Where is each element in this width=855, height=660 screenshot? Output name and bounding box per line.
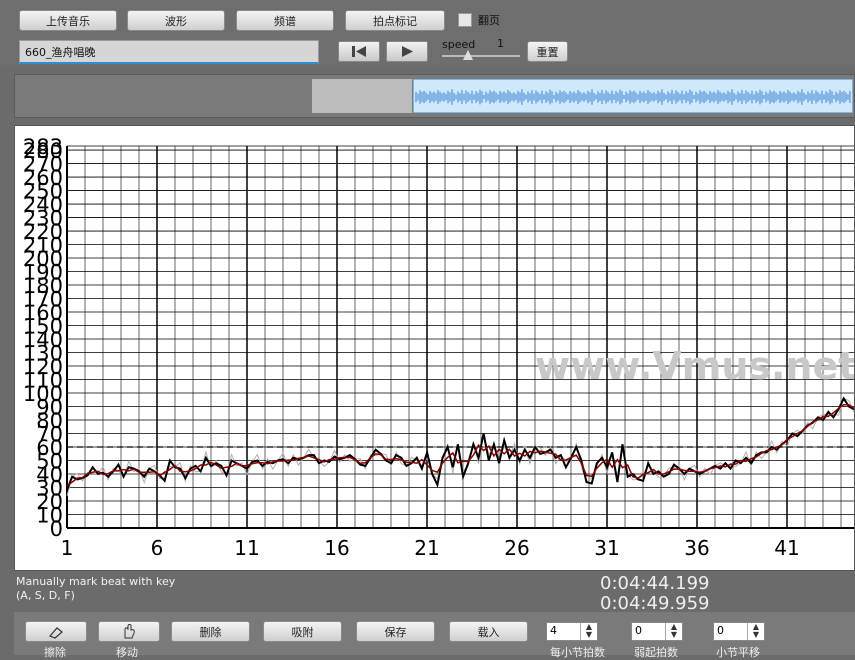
- beats-per-bar-stepper[interactable]: 4 ▲ ▼: [546, 622, 598, 641]
- load-button[interactable]: 载入: [449, 621, 528, 642]
- x-tick-label: 6: [151, 536, 164, 560]
- tempo-series-line: [66, 396, 855, 491]
- eraser-label: 擦除: [44, 646, 66, 659]
- flip-page-label: 翻页: [478, 14, 500, 27]
- x-tick-label: 36: [684, 536, 709, 560]
- snap-button[interactable]: 吸附: [263, 621, 342, 642]
- stepper-arrows-icon[interactable]: ▲ ▼: [580, 623, 597, 640]
- tempo-chart[interactable]: www.Vmus.net0102030405060708090100110120…: [15, 126, 855, 570]
- beat-mark-button[interactable]: 拍点标记: [345, 10, 445, 31]
- play-button[interactable]: [386, 41, 428, 62]
- watermark-text: www.Vmus.net: [535, 344, 854, 388]
- overview-viewport-handle[interactable]: [312, 79, 412, 113]
- stepper-arrows-icon[interactable]: ▲ ▼: [665, 623, 682, 640]
- upload-music-button[interactable]: 上传音乐: [19, 10, 117, 31]
- hint-line-1: Manually mark beat with key: [16, 575, 176, 588]
- flip-page-checkbox[interactable]: [458, 13, 472, 27]
- save-button[interactable]: 保存: [356, 621, 435, 642]
- pickup-beats-value: 0: [635, 624, 642, 637]
- spectrum-button[interactable]: 频谱: [236, 10, 334, 31]
- waveform-overview[interactable]: [14, 74, 855, 118]
- hint-line-2: (A, S, D, F): [16, 589, 75, 602]
- stepper-arrows-icon[interactable]: ▲ ▼: [747, 623, 764, 640]
- y-tick-label: 283: [23, 135, 63, 159]
- beats-per-bar-label: 每小节拍数: [550, 646, 605, 659]
- move-button[interactable]: [98, 621, 160, 642]
- delete-button[interactable]: 删除: [171, 621, 250, 642]
- x-tick-label: 16: [324, 536, 349, 560]
- play-icon: [402, 46, 413, 57]
- x-tick-label: 11: [234, 536, 259, 560]
- beats-per-bar-value: 4: [550, 624, 557, 637]
- move-hand-icon: [124, 623, 135, 638]
- song-name-value: 660_渔舟唱晚: [25, 46, 96, 59]
- eraser-icon: [48, 626, 63, 639]
- x-tick-label: 31: [594, 536, 619, 560]
- skip-back-icon: [352, 46, 366, 57]
- smoothed-tempo-line: [66, 403, 855, 487]
- pickup-beats-label: 弱起拍数: [634, 646, 678, 659]
- pickup-beats-stepper[interactable]: 0 ▲ ▼: [631, 622, 683, 641]
- speed-slider-thumb[interactable]: [463, 50, 473, 60]
- waveform-button[interactable]: 波形: [127, 10, 225, 31]
- total-time: 0:04:49.959: [600, 593, 710, 614]
- x-tick-label: 26: [504, 536, 529, 560]
- move-label: 移动: [116, 646, 138, 659]
- tempo-chart-panel[interactable]: www.Vmus.net 0 10 20 30 40 50 60 70 80 90 100 110 120…: [14, 125, 855, 571]
- overview-wave-trace: [415, 89, 851, 105]
- bar-shift-label: 小节平移: [716, 646, 760, 659]
- eraser-button[interactable]: [25, 621, 87, 642]
- speed-value: 1: [497, 37, 504, 50]
- x-tick-label: 21: [414, 536, 439, 560]
- reset-button[interactable]: 重置: [527, 41, 568, 62]
- speed-slider-track[interactable]: [442, 55, 520, 57]
- overview-waveform: [415, 89, 851, 105]
- skip-to-start-button[interactable]: [338, 41, 380, 62]
- x-tick-label: 41: [774, 536, 799, 560]
- x-tick-label: 1: [61, 536, 74, 560]
- current-time: 0:04:44.199: [600, 573, 710, 594]
- overview-waveform-region[interactable]: [413, 79, 853, 113]
- bar-shift-value: 0: [717, 624, 724, 637]
- bar-shift-stepper[interactable]: 0 ▲ ▼: [713, 622, 765, 641]
- song-name-field[interactable]: 660_渔舟唱晚: [19, 40, 319, 64]
